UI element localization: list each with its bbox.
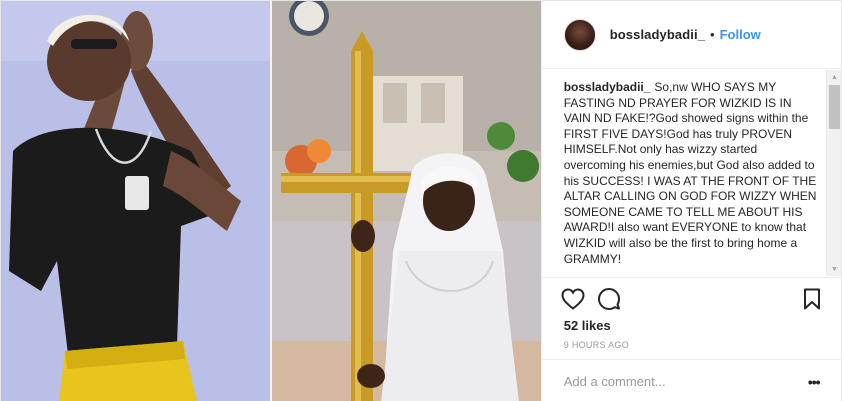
photo-man-praying [1,1,271,401]
bookmark-icon[interactable] [799,286,825,312]
username-link[interactable]: bossladybadii_ [610,27,705,42]
photo-collage-divider [270,1,272,401]
more-options-icon[interactable]: ••• [806,374,822,390]
speech-bubble-icon[interactable] [596,286,622,312]
man-praying-illustration [1,1,271,401]
comment-input[interactable] [563,373,784,389]
header-separator: • [710,27,715,42]
bookmark-svg [803,288,820,310]
scroll-down-arrow-icon[interactable]: ▼ [827,262,842,276]
likes-count[interactable]: 52 likes [564,318,611,333]
speech-bubble-svg [597,288,620,310]
caption-username-link[interactable]: bossladybadii_ [564,80,651,94]
post-actions [541,277,842,317]
post-timestamp[interactable]: 9 HOURS AGO [564,340,629,350]
follow-button[interactable]: Follow [720,27,761,42]
caption-scroll-area[interactable]: bossladybadii_ So,nw WHO SAYS MY FASTING … [542,70,842,276]
instagram-post: bossladybadii_ • Follow bossladybadii_ So… [0,0,842,401]
post-side-panel: bossladybadii_ • Follow bossladybadii_ So… [540,1,842,401]
scroll-up-arrow-icon[interactable]: ▲ [827,70,842,84]
woman-cross-illustration [271,1,541,401]
photo-woman-with-cross [271,1,541,401]
post-media[interactable] [1,1,541,401]
caption-text: So,nw WHO SAYS MY FASTING ND PRAYER FOR … [563,80,817,266]
avatar[interactable] [563,18,596,51]
heart-outline-icon[interactable] [560,286,586,312]
scrollbar-thumb[interactable] [829,85,840,129]
heart-outline-svg [561,288,585,310]
comment-bar: ••• [541,359,842,401]
caption: bossladybadii_ So,nw WHO SAYS MY FASTING … [564,80,822,267]
post-header: bossladybadii_ • Follow [541,1,842,69]
caption-scrollbar[interactable]: ▲ ▼ [826,70,841,276]
